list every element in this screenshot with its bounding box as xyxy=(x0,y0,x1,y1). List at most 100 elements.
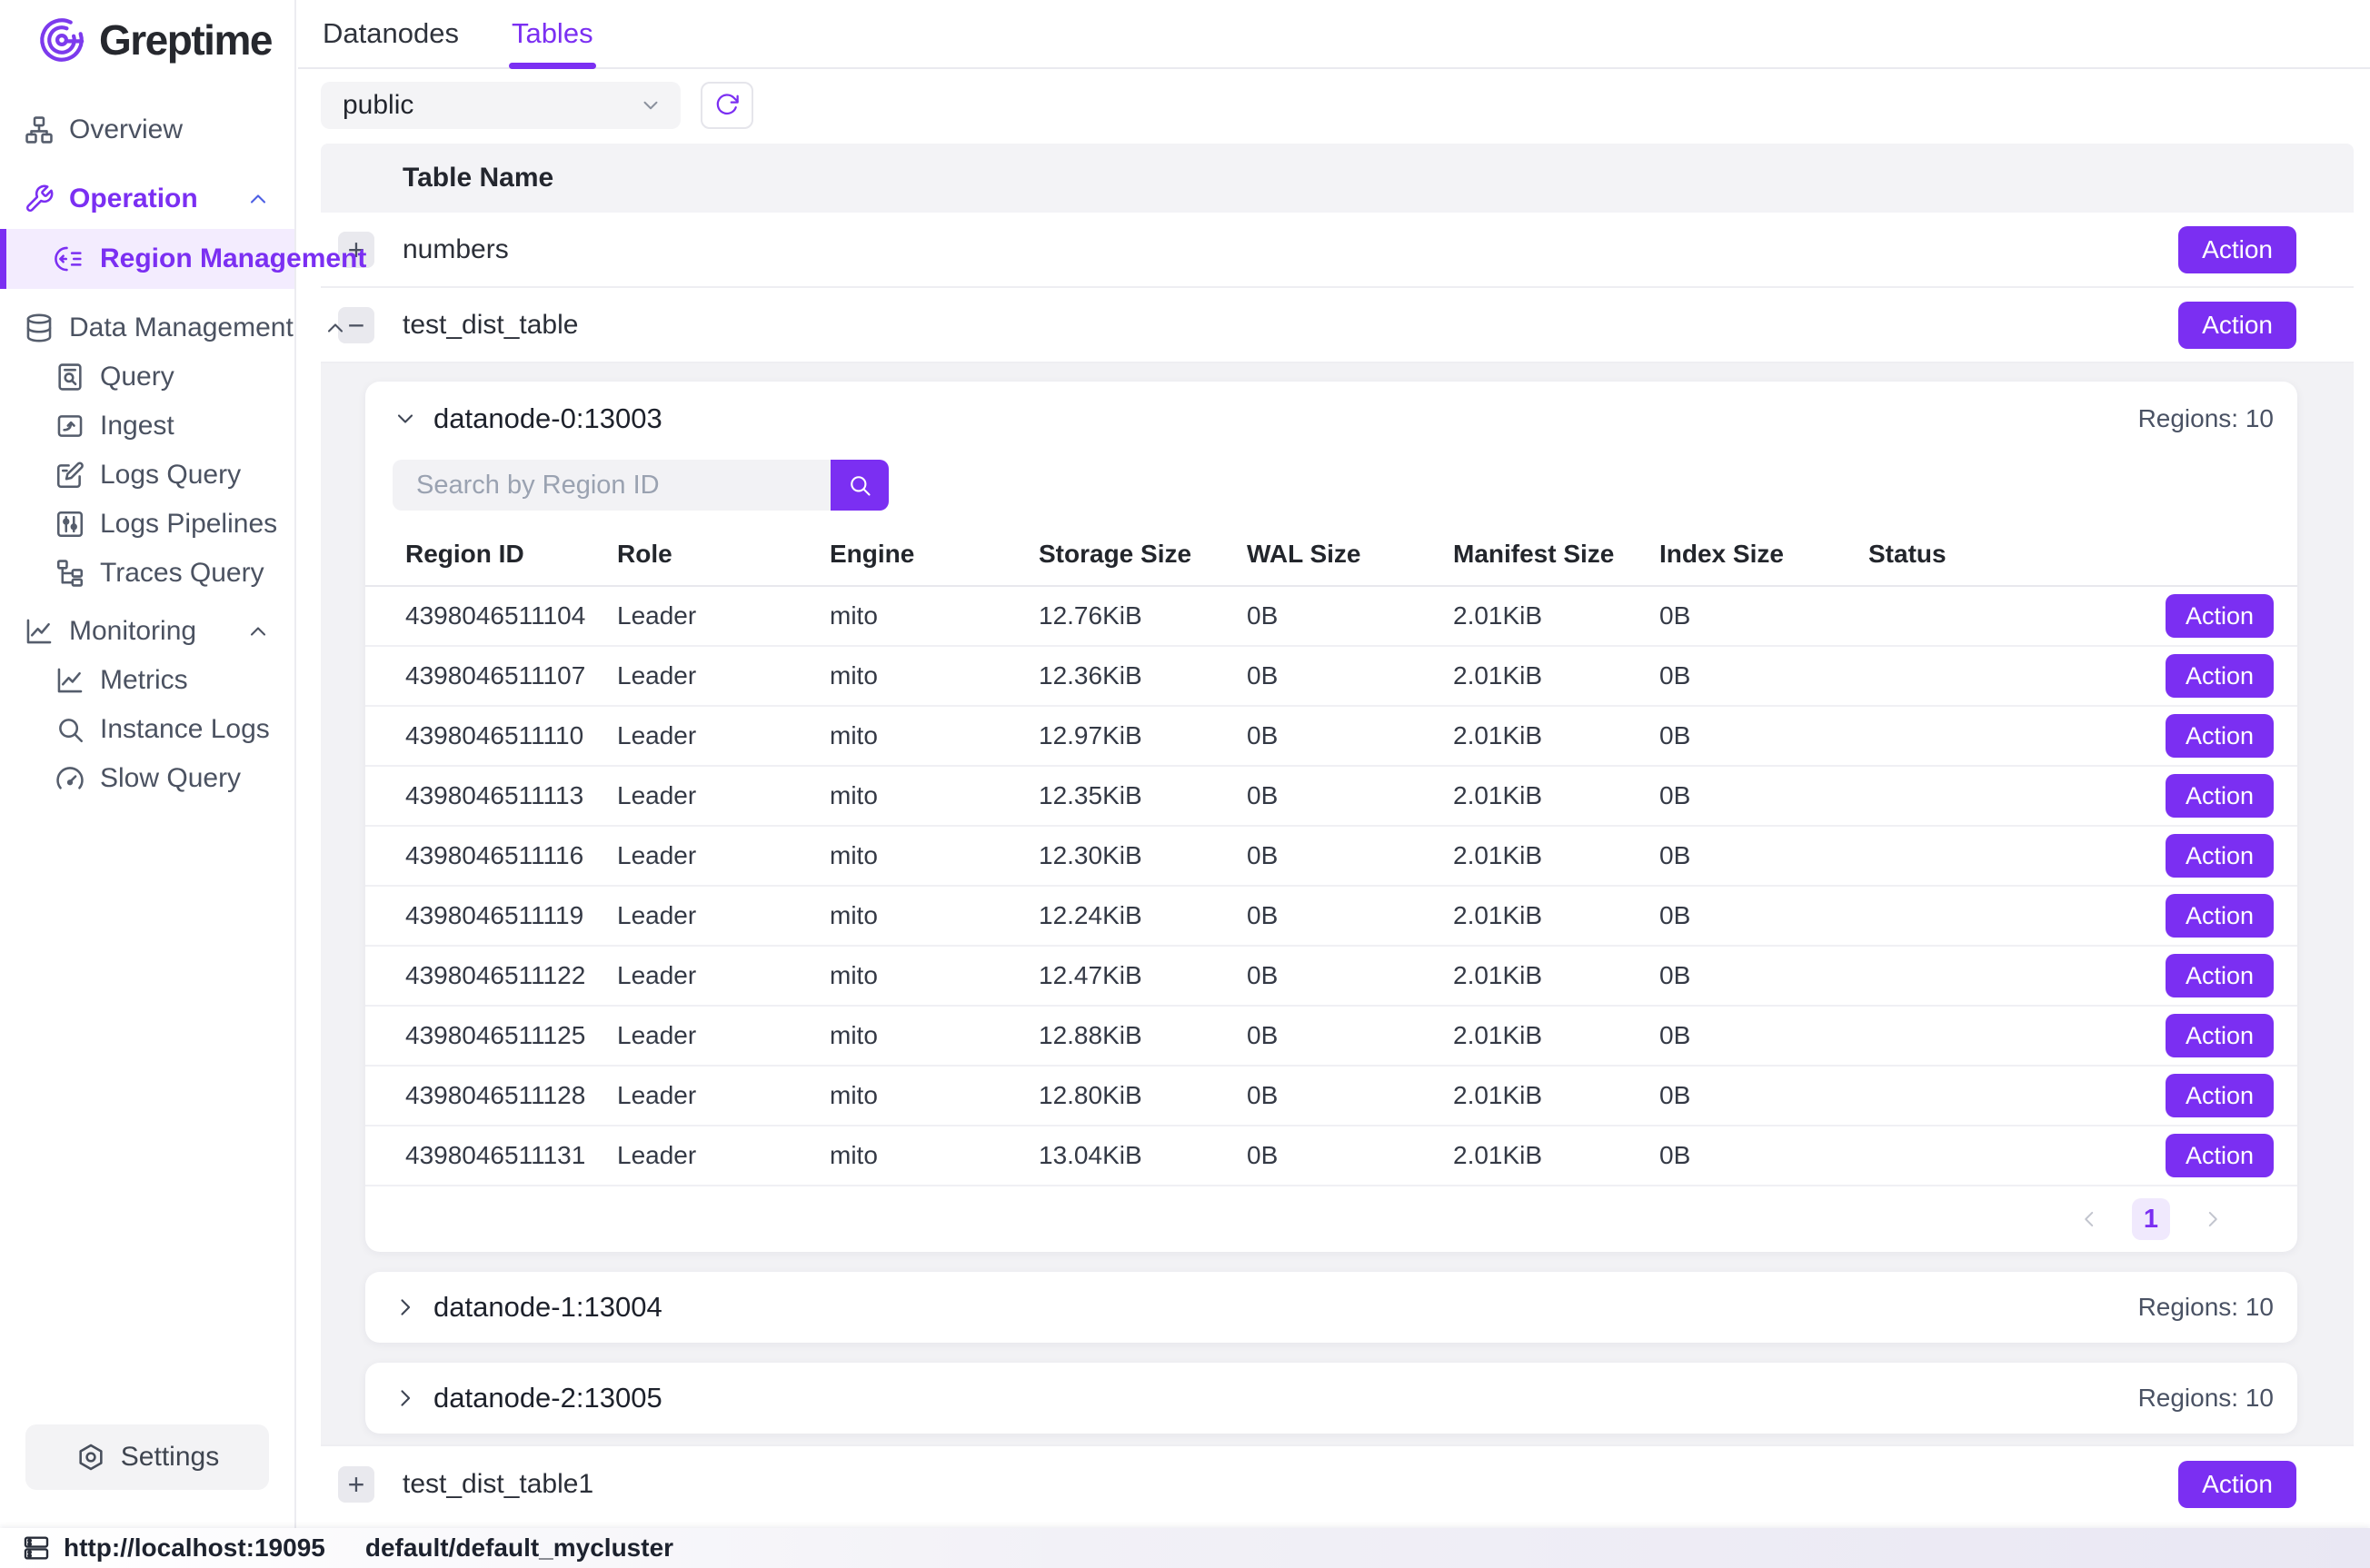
schema-select[interactable]: public xyxy=(321,82,681,129)
settings-button[interactable]: Settings xyxy=(25,1424,269,1490)
chevron-down-icon xyxy=(393,406,418,432)
datanode-panel: datanode-0:13003 Regions: 10 Region ID R… xyxy=(321,363,2354,1446)
region-engine: mito xyxy=(830,961,1039,990)
action-button[interactable]: Action xyxy=(2166,834,2274,878)
datanode-1-header[interactable]: datanode-1:13004 Regions: 10 xyxy=(365,1272,2297,1343)
region-index: 0B xyxy=(1659,721,1868,750)
region-row: 4398046511113 Leader mito 12.35KiB 0B 2.… xyxy=(365,767,2297,827)
datanode-name: datanode-2:13005 xyxy=(433,1382,662,1414)
region-index: 0B xyxy=(1659,1141,1868,1170)
region-engine: mito xyxy=(830,1021,1039,1050)
region-management-icon xyxy=(55,243,85,274)
table-name: test_dist_table1 xyxy=(403,1469,593,1500)
region-id: 4398046511116 xyxy=(405,841,617,870)
sidebar-item-query[interactable]: Query xyxy=(0,352,294,402)
sidebar-item-overview[interactable]: Overview xyxy=(0,105,294,154)
region-wal: 0B xyxy=(1247,781,1453,810)
chevron-up-icon[interactable] xyxy=(245,186,271,212)
sidebar-item-ingest[interactable]: Ingest xyxy=(0,402,294,451)
sidebar-item-slow-query[interactable]: Slow Query xyxy=(0,754,294,803)
tab-datanodes[interactable]: Datanodes xyxy=(323,0,459,67)
region-manifest: 2.01KiB xyxy=(1453,1081,1659,1110)
sidebar-item-instance-logs[interactable]: Instance Logs xyxy=(0,705,294,754)
action-button[interactable]: Action xyxy=(2166,954,2274,997)
region-wal: 0B xyxy=(1247,1081,1453,1110)
sidebar: Greptime Overview Operation Region Manag… xyxy=(0,0,296,1528)
region-engine: mito xyxy=(830,781,1039,810)
server-url: http://localhost:19095 xyxy=(64,1533,325,1563)
line-chart-icon xyxy=(55,665,85,696)
action-button[interactable]: Action xyxy=(2166,774,2274,818)
datanode-name: datanode-0:13003 xyxy=(433,402,662,435)
action-button[interactable]: Action xyxy=(2166,654,2274,698)
column-engine: Engine xyxy=(830,540,1039,569)
action-button[interactable]: Action xyxy=(2166,1074,2274,1117)
ingest-icon xyxy=(55,411,85,442)
region-wal: 0B xyxy=(1247,901,1453,930)
action-button[interactable]: Action xyxy=(2178,1461,2296,1508)
action-button[interactable]: Action xyxy=(2166,714,2274,758)
column-storage-size: Storage Size xyxy=(1039,540,1247,569)
chevron-right-icon[interactable] xyxy=(2201,1207,2225,1231)
table-name: test_dist_table xyxy=(403,310,578,341)
sidebar-item-metrics[interactable]: Metrics xyxy=(0,656,294,705)
region-id: 4398046511122 xyxy=(405,961,617,990)
action-button[interactable]: Action xyxy=(2166,1134,2274,1177)
chevron-up-icon[interactable] xyxy=(323,315,348,341)
sitemap-icon xyxy=(24,114,55,145)
table-name: numbers xyxy=(403,234,509,265)
sidebar-item-logs-query[interactable]: Logs Query xyxy=(0,451,294,500)
sidebar-item-label: Slow Query xyxy=(100,763,241,794)
sidebar-group-monitoring[interactable]: Monitoring xyxy=(0,607,294,656)
action-button[interactable]: Action xyxy=(2166,894,2274,938)
datanode-0-header[interactable]: datanode-0:13003 Regions: 10 xyxy=(365,382,2297,451)
datanode-2-header[interactable]: datanode-2:13005 Regions: 10 xyxy=(365,1363,2297,1434)
action-button[interactable]: Action xyxy=(2178,226,2296,273)
region-wal: 0B xyxy=(1247,841,1453,870)
region-id: 4398046511125 xyxy=(405,1021,617,1050)
column-role: Role xyxy=(617,540,830,569)
chevron-left-icon[interactable] xyxy=(2077,1207,2101,1231)
region-wal: 0B xyxy=(1247,601,1453,630)
sliders-icon xyxy=(55,509,85,540)
tab-tables[interactable]: Tables xyxy=(512,0,593,67)
sidebar-group-data-management[interactable]: Data Management xyxy=(0,303,294,352)
region-wal: 0B xyxy=(1247,1141,1453,1170)
main-content: Datanodes Tables public Table Name + num… xyxy=(298,0,2370,1528)
region-role: Leader xyxy=(617,901,830,930)
sidebar-item-label: Logs Pipelines xyxy=(100,509,277,540)
sidebar-item-label: Overview xyxy=(69,114,183,145)
gear-icon xyxy=(75,1442,106,1473)
sidebar-group-operation[interactable]: Operation xyxy=(0,174,294,223)
datanode-name: datanode-1:13004 xyxy=(433,1291,662,1324)
region-id: 4398046511104 xyxy=(405,601,617,630)
action-button[interactable]: Action xyxy=(2178,302,2296,349)
region-manifest: 2.01KiB xyxy=(1453,1021,1659,1050)
region-search-button[interactable] xyxy=(831,460,889,511)
refresh-button[interactable] xyxy=(701,82,753,129)
sidebar-item-label: Region Management xyxy=(100,243,366,274)
region-storage: 12.97KiB xyxy=(1039,721,1247,750)
sidebar-item-logs-pipelines[interactable]: Logs Pipelines xyxy=(0,500,294,549)
region-search-input[interactable] xyxy=(393,460,831,511)
column-table-name: Table Name xyxy=(403,163,553,194)
action-button[interactable]: Action xyxy=(2166,594,2274,638)
region-storage: 12.30KiB xyxy=(1039,841,1247,870)
region-engine: mito xyxy=(830,721,1039,750)
column-index-size: Index Size xyxy=(1659,540,1868,569)
region-storage: 13.04KiB xyxy=(1039,1141,1247,1170)
regions-count: Regions: 10 xyxy=(2138,404,2274,433)
page-number[interactable]: 1 xyxy=(2132,1198,2170,1240)
chevron-up-icon[interactable] xyxy=(245,619,271,644)
sidebar-item-traces-query[interactable]: Traces Query xyxy=(0,549,294,598)
sidebar-item-region-management[interactable]: Region Management xyxy=(0,229,294,289)
action-button[interactable]: Action xyxy=(2166,1014,2274,1057)
expand-button[interactable]: + xyxy=(338,1466,374,1503)
sidebar-group-label: Monitoring xyxy=(69,616,196,647)
region-id: 4398046511119 xyxy=(405,901,617,930)
region-engine: mito xyxy=(830,1081,1039,1110)
tab-label: Datanodes xyxy=(323,17,459,50)
column-manifest-size: Manifest Size xyxy=(1453,540,1659,569)
region-role: Leader xyxy=(617,1141,830,1170)
region-manifest: 2.01KiB xyxy=(1453,661,1659,690)
